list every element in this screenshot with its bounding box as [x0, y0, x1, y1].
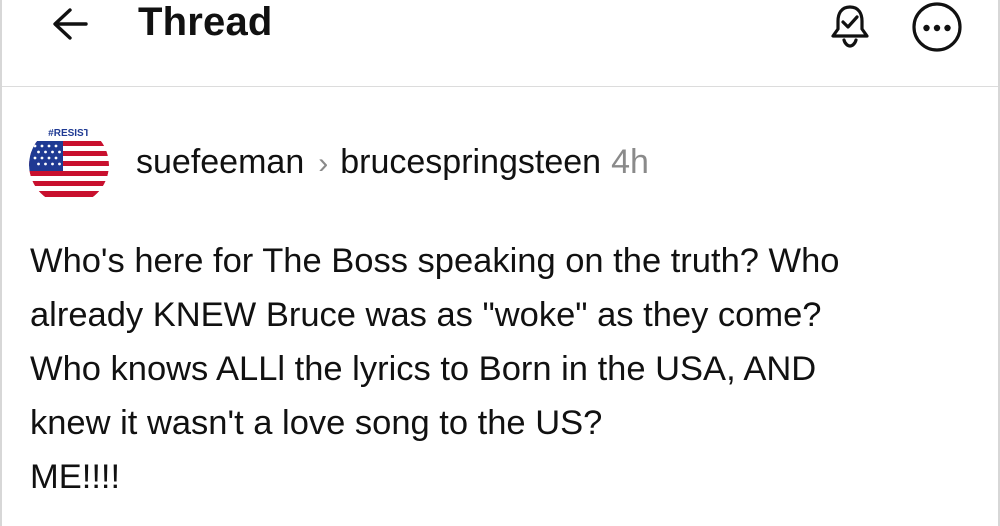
post-body: Who's here for The Boss speaking on the …: [30, 234, 970, 504]
svg-text:#RESIST: #RESIST: [48, 128, 90, 139]
post-card: #RESIST suefeeman › brucespringsteen 4h …: [2, 87, 998, 526]
post-body-line: ME!!!!: [30, 458, 121, 496]
post-time: 4h: [611, 143, 649, 181]
more-options-button[interactable]: [909, 2, 965, 52]
back-button[interactable]: [46, 2, 94, 46]
top-bar: Thread: [2, 0, 998, 87]
arrow-left-icon: [53, 8, 88, 40]
post-body-line: knew it wasn't a love song to the US?: [30, 404, 603, 442]
more-horizontal-icon: [912, 2, 962, 52]
username-link[interactable]: suefeeman: [136, 142, 304, 182]
thread-screen: Thread #RESIST suefeeman › brucespringst…: [0, 0, 1000, 526]
community-link[interactable]: brucespringsteen: [340, 142, 601, 182]
us-flag-resist-avatar: #RESIST: [29, 125, 109, 205]
post-meta: suefeeman › brucespringsteen 4h: [136, 142, 649, 184]
notify-button[interactable]: [824, 0, 876, 50]
post-body-line: already KNEW Bruce was as "woke" as they…: [30, 296, 822, 334]
post-body-line: Who's here for The Boss speaking on the …: [30, 242, 840, 280]
post-body-line: Who knows ALLl the lyrics to Born in the…: [30, 350, 817, 388]
avatar[interactable]: #RESIST: [29, 125, 109, 205]
bell-check-icon: [831, 5, 869, 48]
chevron-right-icon: ›: [318, 147, 329, 180]
page-title: Thread: [138, 0, 273, 44]
